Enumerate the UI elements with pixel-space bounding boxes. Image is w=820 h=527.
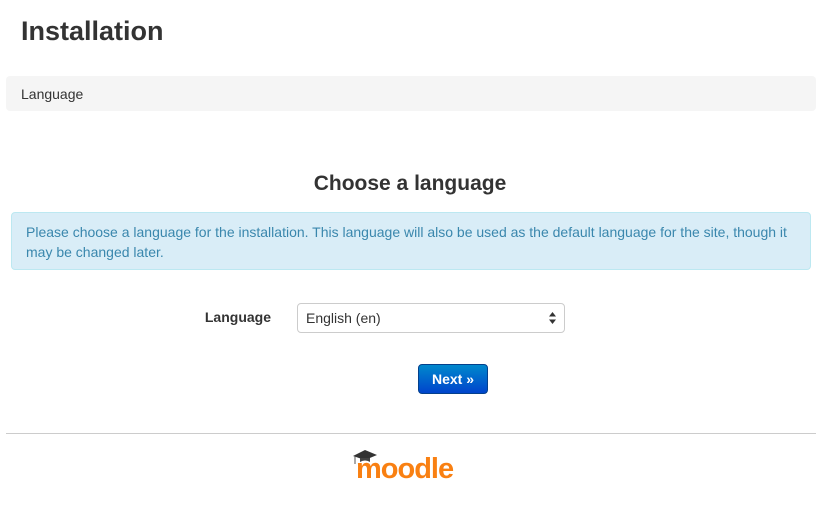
language-select[interactable]: English (en)	[297, 303, 565, 333]
language-select-value: English (en)	[306, 310, 381, 326]
breadcrumb-item-language: Language	[21, 85, 84, 102]
moodle-logo[interactable]: moodle	[352, 448, 470, 482]
page-title: Installation	[21, 16, 164, 46]
footer-divider	[6, 433, 816, 434]
breadcrumb: Language	[6, 76, 816, 111]
info-alert: Please choose a language for the install…	[11, 212, 811, 270]
updown-arrows-icon	[548, 312, 556, 324]
svg-text:moodle: moodle	[356, 453, 454, 482]
section-heading: Choose a language	[313, 172, 507, 195]
language-label: Language	[204, 309, 271, 325]
next-button[interactable]: Next »	[418, 364, 488, 394]
